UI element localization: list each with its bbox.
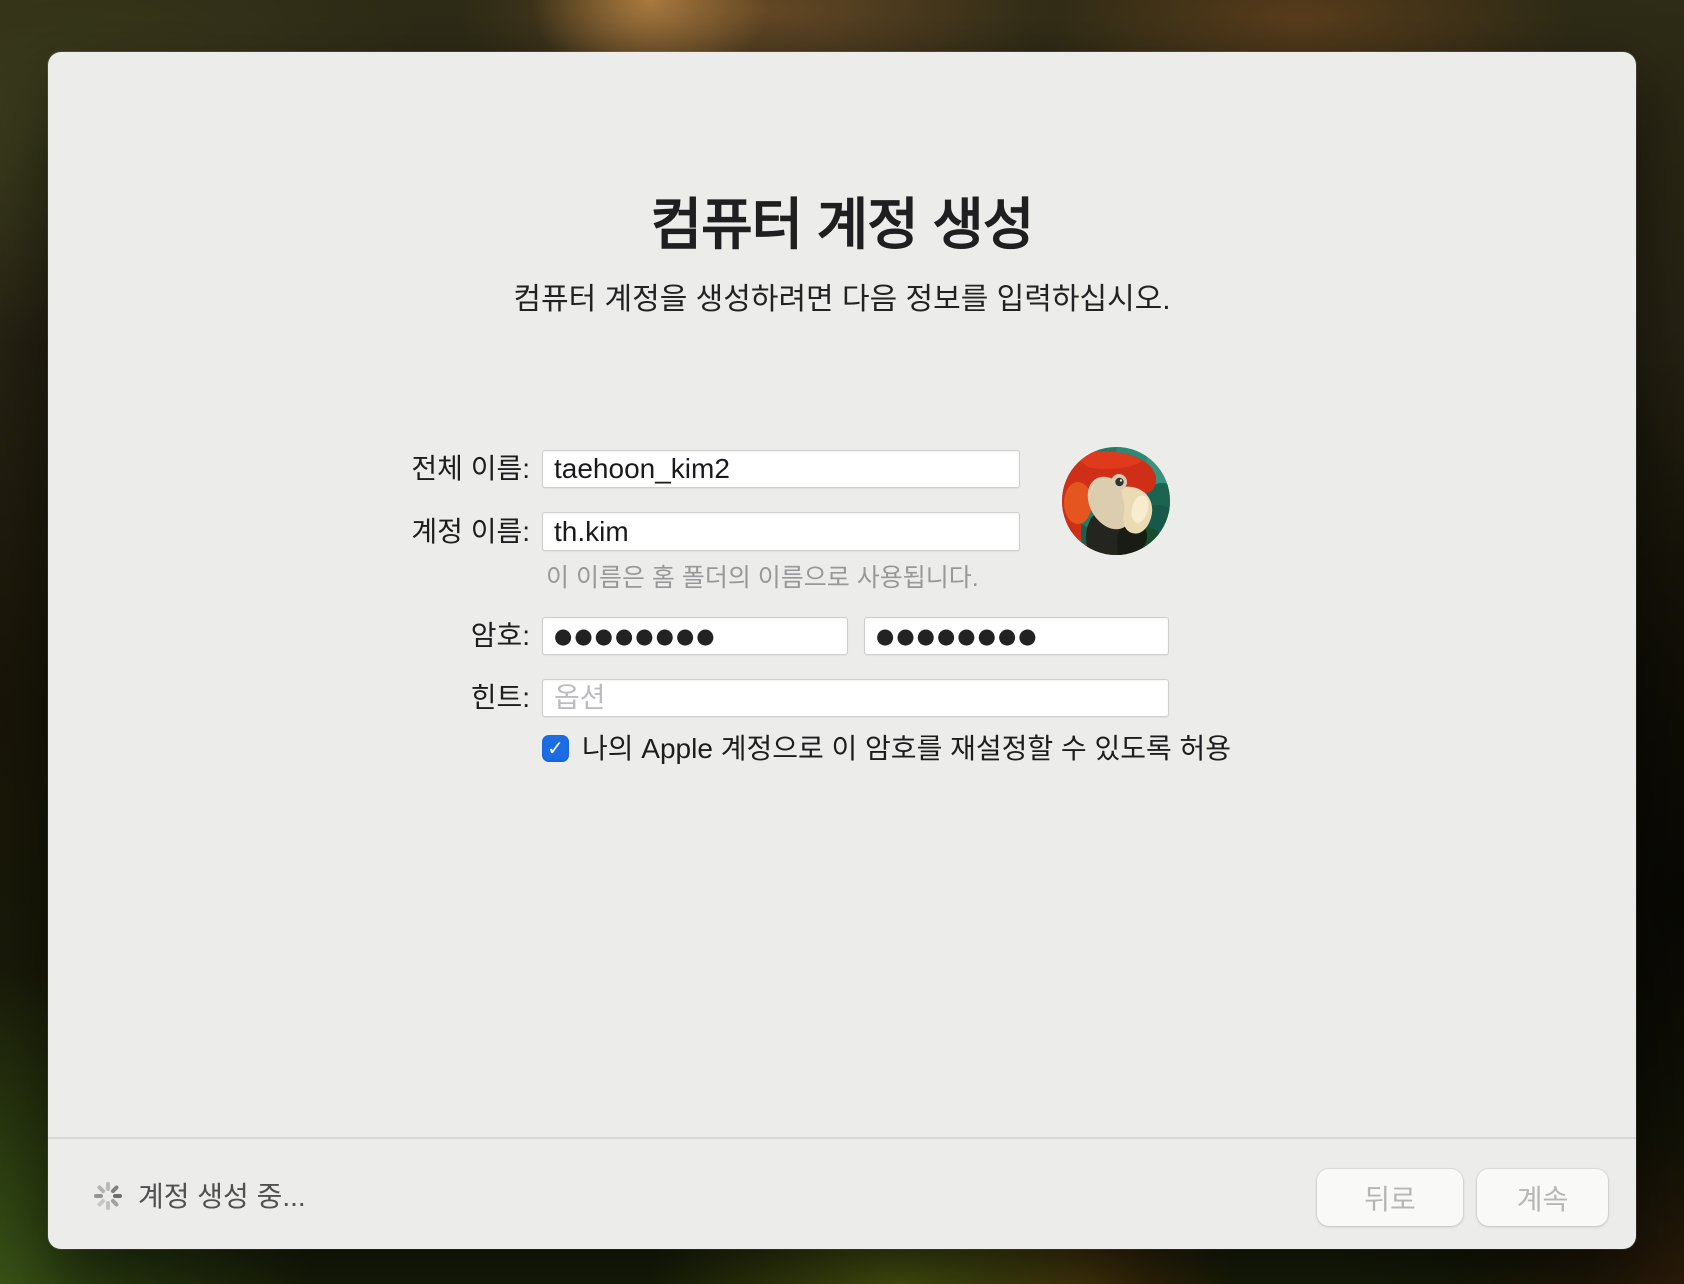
status-text: 계정 생성 중... xyxy=(138,1182,306,1212)
page-subtitle: 컴퓨터 계정을 생성하려면 다음 정보를 입력하십시오. xyxy=(48,274,1636,318)
account-avatar xyxy=(1062,447,1170,555)
footer-divider xyxy=(48,1137,1636,1139)
apple-reset-checkbox-label: 나의 Apple 계정으로 이 암호를 재설정할 수 있도록 허용 xyxy=(582,734,1231,764)
apple-reset-checkbox[interactable]: ✓ xyxy=(542,735,569,762)
account-name-helper-text: 이 이름은 홈 폴더의 이름으로 사용됩니다. xyxy=(546,558,979,594)
full-name-input[interactable] xyxy=(542,450,1020,488)
password-input[interactable] xyxy=(542,617,848,655)
password-verify-input[interactable] xyxy=(864,617,1169,655)
page-title: 컴퓨터 계정 생성 xyxy=(48,180,1636,261)
full-name-label: 전체 이름: xyxy=(300,450,530,488)
setup-assistant-window: 컴퓨터 계정 생성 컴퓨터 계정을 생성하려면 다음 정보를 입력하십시오. 전… xyxy=(48,52,1636,1249)
password-label: 암호: xyxy=(300,617,530,655)
parrot-avatar-image xyxy=(1062,447,1170,555)
hint-input[interactable] xyxy=(542,679,1169,717)
hint-label: 힌트: xyxy=(300,679,530,717)
account-name-input[interactable] xyxy=(542,512,1020,551)
progress-spinner-icon xyxy=(93,1181,123,1211)
checkmark-icon: ✓ xyxy=(547,739,564,759)
account-name-label: 계정 이름: xyxy=(300,512,530,551)
continue-button[interactable]: 계속 xyxy=(1477,1169,1608,1226)
back-button[interactable]: 뒤로 xyxy=(1317,1169,1463,1226)
